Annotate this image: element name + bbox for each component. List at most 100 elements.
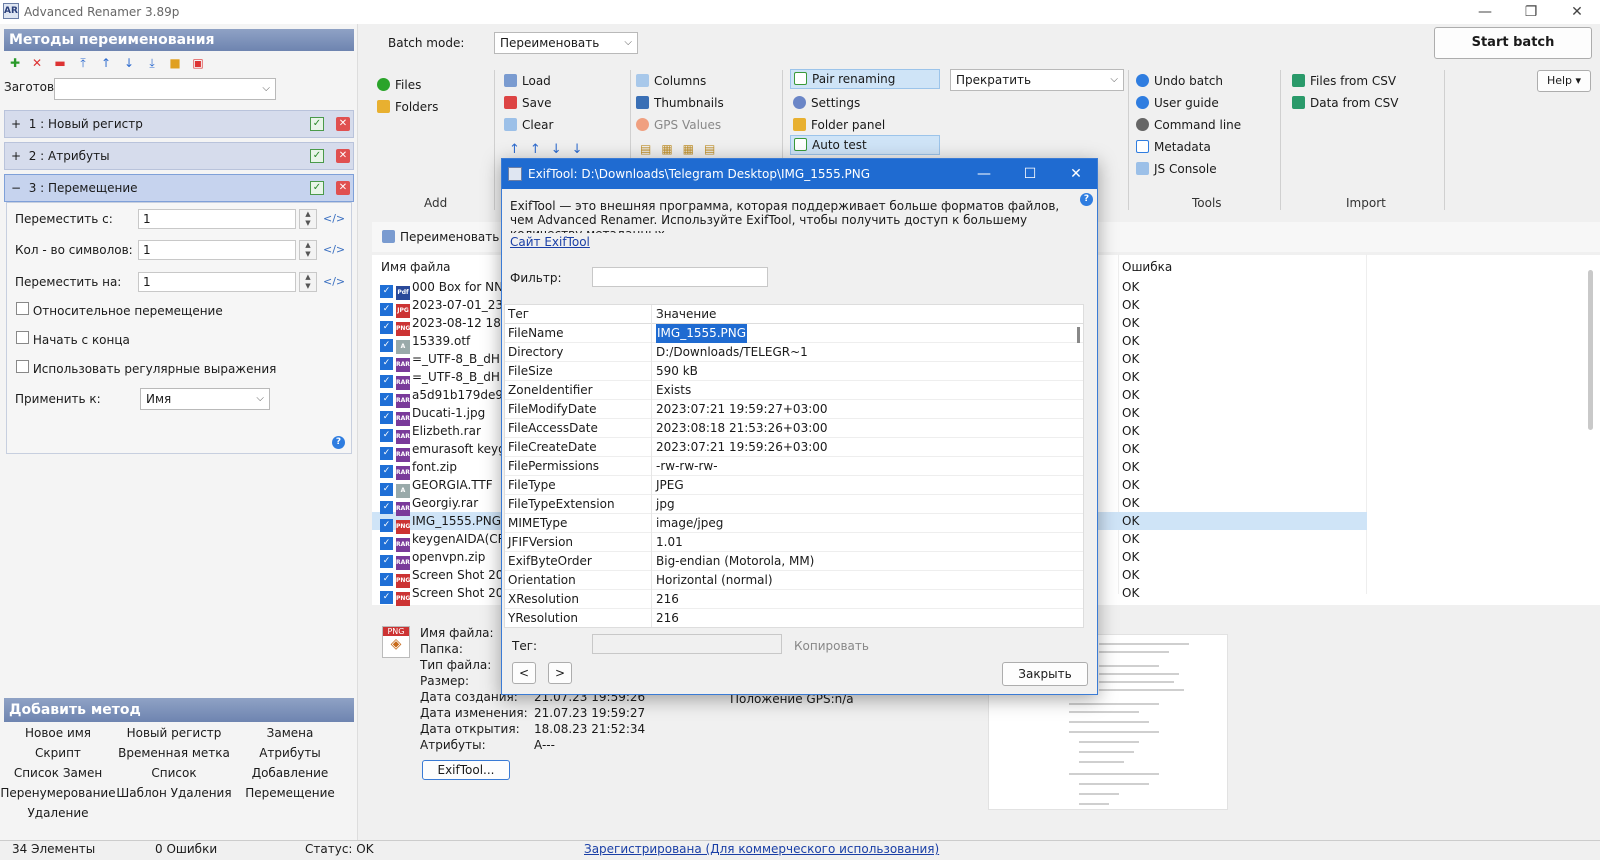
dialog-maximize-icon[interactable]: ☐ bbox=[1007, 159, 1053, 189]
metadata-row[interactable]: Orientation Horizontal (normal) bbox=[505, 571, 1083, 590]
metadata-row[interactable]: JFIFVersion 1.01 bbox=[505, 533, 1083, 552]
regex-option[interactable]: Использовать регулярные выражения bbox=[16, 360, 276, 376]
add-icon[interactable]: ✚ bbox=[8, 56, 22, 70]
delete-method-icon[interactable]: ✕ bbox=[336, 181, 350, 195]
move-bottom-icon[interactable]: ⤓ bbox=[145, 56, 159, 70]
auto-test-button[interactable]: Auto test bbox=[790, 135, 940, 155]
add-method-replace-list[interactable]: Список Замен bbox=[0, 766, 116, 780]
preset-combo[interactable]: ⌵ bbox=[54, 78, 276, 100]
regex-checkbox[interactable] bbox=[16, 360, 29, 373]
filter-input[interactable] bbox=[592, 267, 768, 287]
from-end-checkbox[interactable] bbox=[16, 331, 29, 344]
close-button[interactable]: Закрыть bbox=[1002, 662, 1088, 686]
count-input[interactable]: 1 bbox=[138, 240, 296, 260]
columns-button[interactable]: Columns bbox=[636, 74, 706, 88]
add-method-renumber[interactable]: Перенумерование bbox=[0, 786, 116, 800]
exiftool-button[interactable]: ExifTool... bbox=[422, 760, 510, 780]
command-line-button[interactable]: Command line bbox=[1136, 118, 1241, 132]
metadata-row[interactable]: ExifByteOrder Big-endian (Motorola, MM) bbox=[505, 552, 1083, 571]
folder-icon[interactable]: ■ bbox=[168, 56, 182, 70]
add-method-attributes[interactable]: Атрибуты bbox=[232, 746, 348, 760]
user-guide-button[interactable]: User guide bbox=[1136, 96, 1219, 110]
close-icon[interactable]: ✕ bbox=[1562, 2, 1592, 22]
add-method-add[interactable]: Добавление bbox=[232, 766, 348, 780]
data-from-csv-button[interactable]: Data from CSV bbox=[1292, 96, 1398, 110]
next-button[interactable]: > bbox=[548, 662, 572, 684]
move-top-icon[interactable]: ⤒ bbox=[76, 56, 90, 70]
delete-method-icon[interactable]: ✕ bbox=[336, 149, 350, 163]
metadata-row[interactable]: FilePermissions -rw-rw-rw- bbox=[505, 457, 1083, 476]
file-checkbox[interactable]: ✓ bbox=[380, 591, 393, 604]
load-button[interactable]: Load bbox=[504, 74, 551, 88]
apply-to-select[interactable]: Имя ⌵ bbox=[140, 388, 270, 410]
code-icon[interactable]: </> bbox=[323, 212, 345, 225]
add-method-move[interactable]: Перемещение bbox=[232, 786, 348, 800]
add-method-timestamp[interactable]: Временная метка bbox=[116, 746, 232, 760]
js-console-button[interactable]: JS Console bbox=[1136, 162, 1217, 176]
rename-files-tab[interactable]: Переименовать ф bbox=[382, 230, 513, 244]
metadata-row[interactable]: FileAccessDate 2023:08:18 21:53:26+03:00 bbox=[505, 419, 1083, 438]
method-row-3[interactable]: − 3 : Перемещение ✓ ✕ bbox=[4, 174, 354, 202]
exiftool-site-link[interactable]: Сайт ExifTool bbox=[510, 235, 590, 249]
enable-checkbox[interactable]: ✓ bbox=[310, 149, 324, 163]
dialog-help-icon[interactable]: ? bbox=[1080, 193, 1093, 206]
metadata-row[interactable]: Directory D:/Downloads/TELEGR~1 bbox=[505, 343, 1083, 362]
from-end-option[interactable]: Начать с конца bbox=[16, 331, 130, 347]
column-header-value[interactable]: Значение bbox=[656, 305, 716, 324]
metadata-row[interactable]: FileSize 590 kB bbox=[505, 362, 1083, 381]
maximize-icon[interactable]: ❐ bbox=[1516, 2, 1546, 22]
enable-checkbox[interactable]: ✓ bbox=[310, 117, 324, 131]
metadata-row[interactable]: XResolution 216 bbox=[505, 590, 1083, 609]
copy-button[interactable]: Копировать bbox=[794, 639, 869, 653]
add-method-new-case[interactable]: Новый регистр bbox=[116, 726, 232, 740]
move-up-icon[interactable]: ↑ bbox=[99, 56, 113, 70]
metadata-button[interactable]: Metadata bbox=[1136, 140, 1211, 154]
add-method-list[interactable]: Список bbox=[116, 766, 232, 780]
remove-all-icon[interactable]: ▬ bbox=[53, 56, 67, 70]
license-link[interactable]: Зарегистрирована (Для коммерческого испо… bbox=[584, 842, 939, 856]
pair-renaming-button[interactable]: Pair renaming bbox=[790, 69, 940, 89]
undo-batch-button[interactable]: Undo batch bbox=[1136, 74, 1223, 88]
metadata-row[interactable]: FileName IMG_1555.PNG bbox=[505, 324, 1083, 343]
file-list-scrollbar[interactable] bbox=[1588, 270, 1593, 430]
add-method-new-name[interactable]: Новое имя bbox=[0, 726, 116, 740]
code-icon[interactable]: </> bbox=[323, 243, 345, 256]
remove-icon[interactable]: ✕ bbox=[30, 56, 44, 70]
save-preset-icon[interactable]: ▣ bbox=[191, 56, 205, 70]
help-icon[interactable]: ? bbox=[332, 436, 345, 449]
relative-checkbox[interactable] bbox=[16, 302, 29, 315]
metadata-row[interactable]: ZoneIdentifier Exists bbox=[505, 381, 1083, 400]
column-header-error[interactable]: Ошибка bbox=[1122, 260, 1172, 274]
dialog-close-icon[interactable]: ✕ bbox=[1053, 159, 1099, 189]
settings-button[interactable]: Settings bbox=[793, 96, 860, 110]
metadata-row[interactable]: FileCreateDate 2023:07:21 19:59:26+03:00 bbox=[505, 438, 1083, 457]
metadata-row[interactable]: FileModifyDate 2023:07:21 19:59:27+03:00 bbox=[505, 400, 1083, 419]
list-order-icons[interactable]: ↑↑↓↓ bbox=[509, 142, 593, 157]
metadata-row[interactable]: FileType JPEG bbox=[505, 476, 1083, 495]
code-icon[interactable]: </> bbox=[323, 275, 345, 288]
batch-mode-select[interactable]: Переименовать ⌵ bbox=[494, 32, 638, 54]
count-stepper[interactable]: ▲ ▼ bbox=[299, 240, 317, 260]
move-down-icon[interactable]: ↓ bbox=[122, 56, 136, 70]
thumbnails-button[interactable]: Thumbnails bbox=[636, 96, 724, 110]
metadata-row[interactable]: FileTypeExtension jpg bbox=[505, 495, 1083, 514]
add-method-remove-pattern[interactable]: Шаблон Удаления bbox=[116, 786, 232, 800]
move-to-input[interactable]: 1 bbox=[138, 272, 296, 292]
move-from-input[interactable]: 1 bbox=[138, 209, 296, 229]
table-scrollbar[interactable] bbox=[1077, 327, 1080, 343]
enable-checkbox[interactable]: ✓ bbox=[310, 181, 324, 195]
tag-input[interactable] bbox=[592, 634, 782, 654]
prev-button[interactable]: < bbox=[512, 662, 536, 684]
help-button[interactable]: Help ▾ bbox=[1537, 70, 1591, 92]
view-extra-icons[interactable]: ▤▦▦▤ bbox=[640, 142, 725, 156]
metadata-row[interactable]: MIMEType image/jpeg bbox=[505, 514, 1083, 533]
add-method-remove[interactable]: Удаление bbox=[0, 806, 116, 820]
column-header-name[interactable]: Имя файла bbox=[381, 260, 451, 274]
stop-mode-select[interactable]: Прекратить ⌵ bbox=[950, 69, 1124, 91]
files-from-csv-button[interactable]: Files from CSV bbox=[1292, 74, 1396, 88]
method-row-1[interactable]: + 1 : Новый регистр ✓ ✕ bbox=[4, 110, 354, 138]
add-method-script[interactable]: Скрипт bbox=[0, 746, 116, 760]
delete-method-icon[interactable]: ✕ bbox=[336, 117, 350, 131]
gps-values-button[interactable]: GPS Values bbox=[636, 118, 721, 132]
column-header-tag[interactable]: Тег bbox=[508, 305, 529, 324]
